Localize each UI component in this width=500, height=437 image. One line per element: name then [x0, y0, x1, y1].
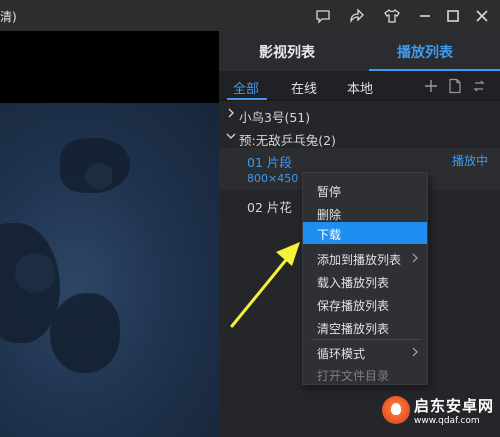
- subtab-all[interactable]: 全部: [233, 78, 259, 97]
- menu-item-pause[interactable]: 暂停: [303, 179, 427, 201]
- status-badge: 播放中: [452, 154, 489, 168]
- watermark-logo-icon: [382, 396, 410, 424]
- menu-item-loop-mode[interactable]: 循环模式: [303, 341, 427, 363]
- group-label: 预:无敌乒乓兔(2): [239, 133, 336, 148]
- menu-item-download[interactable]: 下载: [303, 222, 427, 244]
- menu-item-add-to-playlist[interactable]: 添加到播放列表: [303, 247, 427, 269]
- subtab-online[interactable]: 在线: [291, 78, 317, 97]
- video-letterbox: [0, 31, 219, 103]
- menu-item-load-playlist[interactable]: 载入播放列表: [303, 270, 427, 292]
- item-name: 02 片花: [247, 200, 292, 215]
- context-menu: 暂停 删除 下载 添加到播放列表 载入播放列表 保存播放列表 清空播放列表 循环…: [302, 172, 428, 385]
- watermark-title: 启东安卓网: [414, 397, 495, 415]
- video-shape: [85, 163, 113, 189]
- chevron-right-icon: [412, 347, 418, 357]
- subtab-indicator: [227, 98, 267, 100]
- chevron-right-icon: [228, 108, 234, 118]
- share-icon[interactable]: [347, 6, 367, 26]
- window-title: 清): [0, 10, 17, 24]
- menu-item-delete[interactable]: 删除: [303, 202, 427, 224]
- item-resolution: 800×450: [247, 172, 299, 185]
- watermark-url: www.qdaf.com: [414, 416, 480, 426]
- video-shape: [50, 293, 120, 373]
- chevron-down-icon: [226, 133, 236, 139]
- add-icon[interactable]: [423, 78, 439, 94]
- watermark: 启东安卓网 www.qdaf.com: [382, 392, 500, 437]
- video-frame[interactable]: [0, 103, 219, 437]
- minimize-icon[interactable]: [415, 6, 435, 26]
- menu-item-save-playlist[interactable]: 保存播放列表: [303, 293, 427, 315]
- chevron-right-icon: [412, 253, 418, 263]
- group-label: 小鸟3号(51): [239, 110, 311, 125]
- playlist-group[interactable]: 预:无敌乒乓兔(2): [219, 128, 500, 150]
- close-icon[interactable]: [472, 6, 492, 26]
- menu-separator: [311, 339, 421, 340]
- panel-tabs: 影视列表 播放列表: [219, 31, 500, 71]
- subtab-local[interactable]: 本地: [347, 78, 373, 97]
- loop-icon[interactable]: [471, 78, 487, 94]
- filter-tabs: 全部 在线 本地: [219, 71, 500, 101]
- skin-icon[interactable]: [382, 6, 402, 26]
- tab-playlist[interactable]: 播放列表: [397, 42, 453, 62]
- title-bar: 清): [0, 0, 500, 31]
- menu-item-clear-playlist[interactable]: 清空播放列表: [303, 316, 427, 338]
- menu-item-open-folder: 打开文件目录: [317, 369, 390, 383]
- comment-icon[interactable]: [313, 6, 333, 26]
- tab-media-list[interactable]: 影视列表: [259, 42, 315, 62]
- playlist-group[interactable]: 小鸟3号(51): [219, 105, 500, 127]
- video-shape: [15, 253, 55, 293]
- item-name: 01 片段: [247, 155, 292, 170]
- maximize-icon[interactable]: [443, 6, 463, 26]
- file-icon[interactable]: [447, 78, 463, 94]
